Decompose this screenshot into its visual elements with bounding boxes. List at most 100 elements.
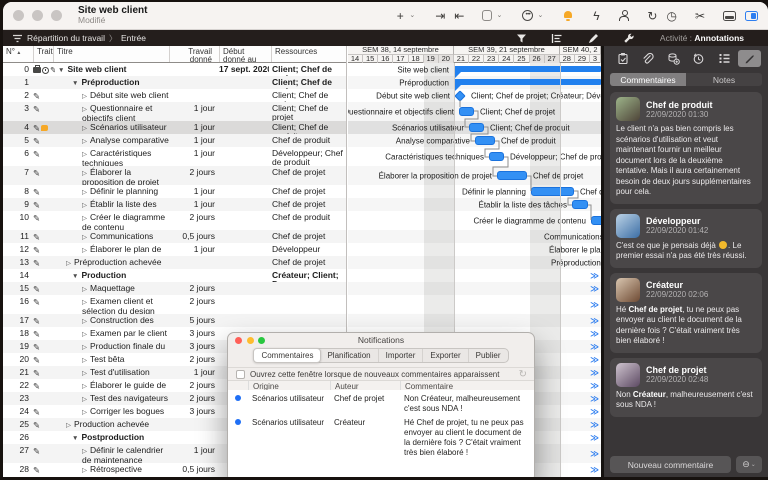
annotations-pencil-icon[interactable] [738,50,761,67]
offscreen-task-indicator[interactable]: ≫ [590,380,598,391]
task-cost-icon[interactable] [662,50,685,67]
expand-icon[interactable]: ▷ [82,124,87,133]
expand-icon[interactable]: ▷ [82,369,87,378]
sync-icon[interactable]: ↻ [647,10,657,22]
task-history-icon[interactable] [687,50,710,67]
toggle-statusbar-icon[interactable] [723,11,736,21]
comment-card[interactable]: Développeur 22/09/2020 01:42 C'est ce qu… [610,209,762,268]
add-task-icon[interactable]: + [395,10,405,22]
table-row[interactable]: 4✎▷Scénarios utilisateur1 jourClient; Ch… [3,121,346,134]
outdent-icon[interactable]: ⇤ [454,10,464,22]
toggle-sidebar-icon[interactable] [745,11,758,21]
gantt-summary-bar[interactable] [454,79,601,85]
column-header-n-[interactable]: N° ▲ [3,46,31,62]
table-row[interactable]: 14▼ProductionCréateur; Client; D… [3,269,346,282]
offscreen-task-indicator[interactable]: ≫ [590,315,598,326]
column-header-titre[interactable]: Titre [53,46,169,62]
close-button[interactable] [13,10,24,21]
comment-options-button[interactable]: ⊖⌄ [736,456,762,473]
offscreen-task-indicator[interactable]: ≫ [590,341,598,352]
table-row[interactable]: 12✎▷Élaborer le plan de site1 jourDévelo… [3,243,346,256]
custom-data-icon[interactable] [713,50,736,67]
table-row[interactable]: 13✎▷Préproduction achevéeChef de projet [3,256,346,269]
offscreen-task-indicator[interactable]: ≫ [590,406,598,417]
gantt-bar[interactable] [531,187,574,196]
task-info-icon[interactable] [611,50,634,67]
table-row[interactable]: 5✎▷Analyse comparative1 jourChef de prod… [3,134,346,147]
offscreen-task-indicator[interactable]: ≫ [590,393,598,404]
scissors-icon[interactable]: ✂ [695,10,705,22]
expand-icon[interactable]: ▷ [82,285,87,294]
offscreen-task-indicator[interactable]: ≫ [590,367,598,378]
comment-card[interactable]: Chef de projet 22/09/2020 02:48 Non Créa… [610,358,762,417]
attachment-icon[interactable] [482,10,492,21]
expand-icon[interactable]: ▷ [82,408,87,417]
expand-icon[interactable]: ▷ [82,188,87,197]
resources-icon[interactable] [619,10,629,21]
gantt-bar[interactable] [572,200,588,209]
attachments-icon[interactable] [636,50,659,67]
open-on-new-comments-checkbox[interactable] [236,370,245,379]
more-chevron-icon[interactable]: ⌄ [535,12,545,19]
gantt-bar[interactable] [489,152,504,161]
expand-icon[interactable]: ▷ [66,421,71,430]
gantt-bar[interactable] [591,216,601,225]
table-row[interactable]: 1▼PréproductionClient; Chef de proj… [3,76,346,89]
table-row[interactable]: 16✎▷Examen client et sélection du design… [3,295,346,314]
offscreen-task-indicator[interactable]: ≫ [590,270,598,281]
refresh-icon[interactable]: ↻ [519,369,527,380]
style-brush-icon[interactable] [587,33,599,44]
gantt-bar[interactable] [497,171,527,180]
add-chevron-icon[interactable]: ⌄ [407,12,417,19]
comment-card[interactable]: Chef de produit 22/09/2020 01:30 Le clie… [610,92,762,204]
attachment-chevron-icon[interactable]: ⌄ [494,12,504,19]
table-row[interactable]: 10✎▷Créer le diagramme de contenu2 jours… [3,211,346,230]
table-row[interactable]: 3✎▷Questionnaire et objectifs client1 jo… [3,102,346,121]
offscreen-task-indicator[interactable]: ≫ [590,299,598,310]
column-header-traits[interactable]: Traits [33,46,53,62]
notif-tab-exporter[interactable]: Exporter [423,349,468,362]
table-row[interactable]: 0✎▼Site web client17 sept. 2020Client; C… [3,63,346,76]
expand-icon[interactable]: ▷ [82,466,87,475]
table-row[interactable]: 15✎▷Maquettage2 jours [3,282,346,295]
table-row[interactable]: 8✎▷Définir le planning1 jourChef de proj… [3,185,346,198]
offscreen-task-indicator[interactable]: ≫ [590,448,598,459]
table-row[interactable]: 7✎▷Élaborer la proposition de projet2 jo… [3,166,346,185]
tab-commentaires[interactable]: Commentaires [610,73,686,86]
expand-icon[interactable]: ▷ [82,330,87,339]
catch-up-icon[interactable]: ϟ [591,10,601,22]
column-header-d-but-donn-au-plus-t-t[interactable]: Début donné au plus tôt [219,46,271,62]
comment-card[interactable]: Créateur 22/09/2020 02:06 Hé Chef de pro… [610,273,762,353]
collapse-icon[interactable]: ▼ [58,66,64,75]
table-row[interactable]: 11✎▷Communications0,5 joursChef de proje… [3,230,346,243]
breadcrumb-section[interactable]: Entrée [121,33,146,43]
offscreen-task-indicator[interactable]: ≫ [590,328,598,339]
indent-icon[interactable]: ⇥ [435,10,445,22]
table-row[interactable]: 6✎▷Caractéristiques techniques1 jourDéve… [3,147,346,166]
collapse-icon[interactable]: ▼ [72,79,78,88]
gantt-bar[interactable] [469,123,484,132]
notifications-bell-icon[interactable] [563,11,573,21]
expand-icon[interactable]: ▷ [82,395,87,404]
gantt-summary-bar[interactable] [454,66,601,72]
offscreen-task-indicator[interactable]: ≫ [590,354,598,365]
tab-notes[interactable]: Notes [686,73,762,86]
wrench-icon[interactable] [623,33,635,44]
notif-tab-commentaires[interactable]: Commentaires [253,348,321,363]
gantt-milestone[interactable] [454,90,465,101]
table-row[interactable]: 17✎▷Construction des pages5 jours [3,314,346,327]
expand-icon[interactable]: ▷ [82,233,87,242]
collapse-icon[interactable]: ▼ [72,434,78,443]
gantt-bar[interactable] [475,136,495,145]
expand-icon[interactable]: ▷ [82,137,87,146]
offscreen-task-indicator[interactable]: ≫ [590,464,598,475]
expand-icon[interactable]: ▷ [82,92,87,101]
gantt-bar[interactable] [459,107,474,116]
minimize-button[interactable] [32,10,43,21]
breadcrumb[interactable]: Répartition du travail 〉 Entrée [12,33,146,44]
notification-row[interactable]: Scénarios utilisateurChef de projetNon C… [228,390,534,414]
offscreen-task-indicator[interactable]: ≫ [590,419,598,430]
new-comment-button[interactable]: Nouveau commentaire [610,456,731,473]
zoom-button[interactable] [51,10,62,21]
notif-tab-publier[interactable]: Publier [469,349,508,362]
